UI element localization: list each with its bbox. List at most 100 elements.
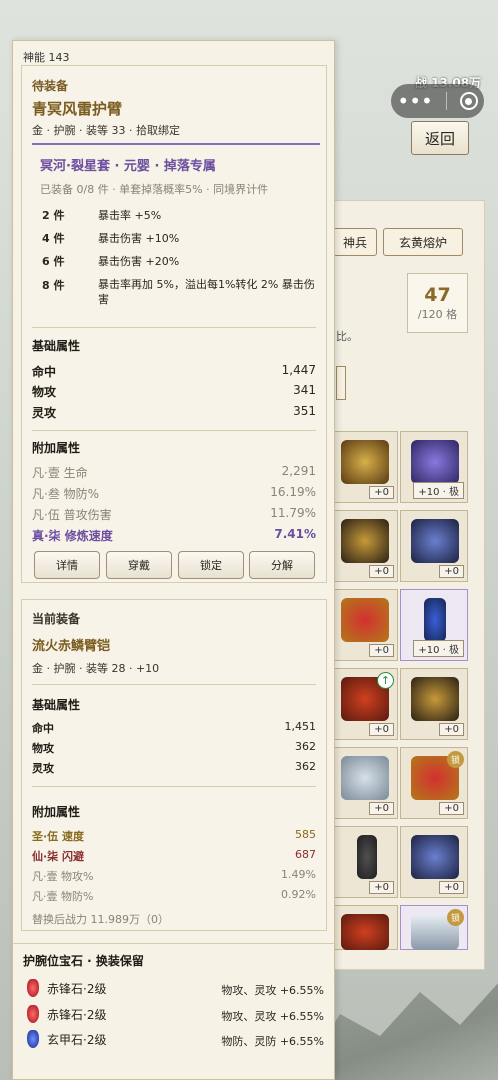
ring-item-icon <box>341 598 389 642</box>
slot-level: +0 <box>439 881 464 894</box>
ring-item-icon <box>411 440 459 484</box>
replace-power-info: 替换后战力 11.989万（0） <box>32 913 169 926</box>
slot-level: +0 <box>369 486 394 499</box>
inventory-slot[interactable]: +0 <box>400 826 468 898</box>
gem-effect: 物攻、灵攻 +6.55% <box>221 1010 324 1023</box>
capsule-divider <box>445 92 447 110</box>
inventory-slot[interactable]: 锁 +0 <box>400 747 468 819</box>
filter-button[interactable] <box>336 366 346 400</box>
capacity-count: 47 <box>424 284 451 306</box>
tab-xuanhuang-furnace[interactable]: 玄黄熔炉 <box>383 228 463 256</box>
gem-effect: 物防、灵防 +6.55% <box>221 1035 324 1048</box>
stat-row: 凡·壹 物防% 0.92% <box>32 888 316 903</box>
set-pieces-6: 6 件 <box>42 255 65 268</box>
stat-row: 凡·壹 物攻% 1.49% <box>32 868 316 883</box>
pending-item-meta: 金 · 护腕 · 装等 33 · 拾取绑定 <box>32 124 180 137</box>
lock-icon: 锁 <box>447 909 464 926</box>
inventory-slot[interactable]: +10 · 极 <box>400 431 468 503</box>
inventory-slot[interactable]: +0 <box>330 510 398 582</box>
mini-program-capsule[interactable]: ••• <box>391 84 484 118</box>
tab-shenbing[interactable]: 神兵 <box>333 228 377 256</box>
boots-item-icon <box>341 914 389 950</box>
set-pieces-2: 2 件 <box>42 209 65 222</box>
set-bonus-6: 暴击伤害 +20% <box>98 255 180 268</box>
divider <box>13 943 334 944</box>
stat-row: 灵攻 351 <box>32 404 316 420</box>
inventory-slot[interactable]: +0 <box>330 589 398 661</box>
stat-row: 物攻 341 <box>32 383 316 399</box>
inventory-slot[interactable]: +0 <box>330 747 398 819</box>
armor-item-icon <box>341 519 389 563</box>
stat-row: 灵攻 362 <box>32 760 316 775</box>
slot-level: +0 <box>439 802 464 815</box>
lock-icon: 锁 <box>447 751 464 768</box>
stat-row: 凡·叁 物防% 16.19% <box>32 485 316 501</box>
shen-neng-label: 神能 143 <box>23 51 70 64</box>
bracer-item-icon <box>341 756 389 800</box>
stat-row: 命中 1,447 <box>32 363 316 379</box>
slot-level: +0 <box>369 565 394 578</box>
inventory-slot[interactable]: +0 <box>400 510 468 582</box>
bag-capacity: 47 /120 格 <box>407 273 468 333</box>
divider <box>32 786 316 787</box>
red-gem-icon <box>27 1005 39 1023</box>
set-info: 已装备 0/8 件 · 单套掉落概率5% · 同境界计件 <box>40 183 269 196</box>
equip-button[interactable]: 穿戴 <box>106 551 172 579</box>
inventory-slot[interactable] <box>330 905 398 950</box>
set-name: 冥河·裂星套 · 元婴 · 掉落专属 <box>40 159 216 174</box>
armor-item-icon <box>411 677 459 721</box>
gems-header: 护腕位宝石 · 换装保留 <box>23 954 144 968</box>
set-bonus-4: 暴击伤害 +10% <box>98 232 180 245</box>
extra-stats-header: 附加属性 <box>32 441 81 455</box>
lock-button[interactable]: 锁定 <box>178 551 244 579</box>
blue-gem-icon <box>27 1030 39 1048</box>
stat-row: 物攻 362 <box>32 740 316 755</box>
stat-row: 命中 1,451 <box>32 720 316 735</box>
red-gem-icon <box>27 979 39 997</box>
capacity-total: /120 格 <box>417 308 458 321</box>
gem-name: 玄甲石·2级 <box>47 1033 107 1047</box>
upgrade-arrow-icon: ↑ <box>377 672 394 689</box>
more-dots-icon[interactable]: ••• <box>397 91 432 111</box>
inventory-slot[interactable]: ↑ +0 <box>330 668 398 740</box>
necklace-item-icon <box>424 598 446 642</box>
inventory-slot[interactable]: +0 <box>400 668 468 740</box>
helmet-item-icon <box>411 519 459 563</box>
set-divider <box>32 143 320 145</box>
set-pieces-4: 4 件 <box>42 232 65 245</box>
close-target-icon[interactable] <box>459 92 478 110</box>
slot-level: +0 <box>439 565 464 578</box>
back-button[interactable]: 返回 <box>411 121 469 155</box>
gem-name: 赤锋石·2级 <box>47 1008 107 1022</box>
equipment-compare-popup: 神能 143 待装备 青冥风雷护臂 金 · 护腕 · 装等 33 · 拾取绑定 … <box>12 40 335 1080</box>
stat-row: 圣·伍 速度 585 <box>32 828 316 843</box>
stat-row: 凡·伍 普攻伤害 11.79% <box>32 506 316 522</box>
current-item-name: 流火赤鳞臂铠 <box>32 639 111 654</box>
divider <box>32 430 316 431</box>
gem-name: 赤锋石·2级 <box>47 982 107 996</box>
slot-level: +0 <box>369 802 394 815</box>
slot-level: +0 <box>369 644 394 657</box>
pending-header: 待装备 <box>32 79 69 93</box>
slot-level: +0 <box>369 723 394 736</box>
current-header: 当前装备 <box>32 612 81 626</box>
pending-equipment-card: 待装备 青冥风雷护臂 金 · 护腕 · 装等 33 · 拾取绑定 冥河·裂星套 … <box>21 65 327 583</box>
inventory-slot[interactable]: +0 <box>330 431 398 503</box>
divider <box>32 684 316 685</box>
inventory-slot[interactable]: 锁 <box>400 905 468 950</box>
helmet-item-icon <box>411 835 459 879</box>
stat-row: 仙·柒 闪避 687 <box>32 848 316 863</box>
set-pieces-8: 8 件 <box>42 279 65 292</box>
dismantle-button[interactable]: 分解 <box>249 551 315 579</box>
pending-item-name: 青冥风雷护臂 <box>32 100 123 118</box>
current-item-meta: 金 · 护腕 · 装等 28 · +10 <box>32 662 160 675</box>
extra-stats-header: 附加属性 <box>32 805 81 819</box>
inventory-slot[interactable]: +10 · 极 <box>400 589 468 661</box>
current-equipment-card: 当前装备 流火赤鳞臂铠 金 · 护腕 · 装等 28 · +10 基础属性 命中… <box>21 599 327 931</box>
inventory-slot[interactable]: +0 <box>330 826 398 898</box>
details-button[interactable]: 详情 <box>34 551 100 579</box>
base-stats-header: 基础属性 <box>32 339 81 353</box>
slot-level: +10 · 极 <box>413 482 464 499</box>
gem-effect: 物攻、灵攻 +6.55% <box>221 984 324 997</box>
slot-level: +10 · 极 <box>413 640 464 657</box>
